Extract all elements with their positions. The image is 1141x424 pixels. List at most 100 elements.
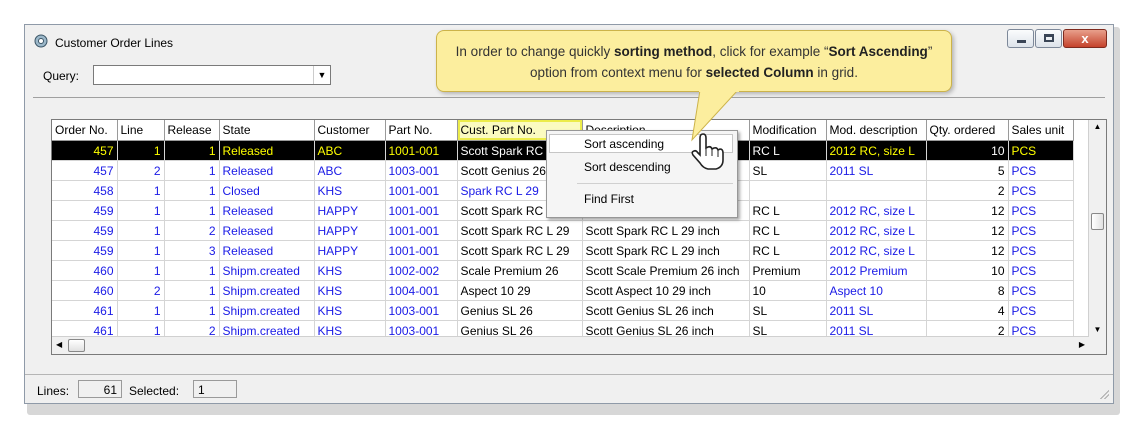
- cell-order-no[interactable]: 460: [52, 280, 118, 301]
- cell-order-no[interactable]: 459: [52, 200, 118, 221]
- vertical-scrollbar[interactable]: ▲ ▼: [1088, 120, 1106, 354]
- cell-cust-part-no[interactable]: Aspect 10 29: [457, 280, 583, 301]
- query-dropdown[interactable]: ▼: [93, 65, 331, 85]
- scroll-up-icon[interactable]: ▲: [1089, 122, 1106, 131]
- cell-modification[interactable]: SL: [749, 300, 827, 321]
- column-header-modification[interactable]: Modification: [749, 120, 827, 141]
- cell-line[interactable]: 1: [117, 200, 165, 221]
- cell-release[interactable]: 1: [164, 140, 220, 161]
- cell-release[interactable]: 3: [164, 240, 220, 261]
- cell-line[interactable]: 2: [117, 160, 165, 181]
- cell-sales-unit[interactable]: PCS: [1008, 200, 1074, 221]
- cell-customer[interactable]: ABC: [314, 160, 386, 181]
- cell-modification[interactable]: SL: [749, 160, 827, 181]
- menu-item-sort-descending[interactable]: Sort descending: [584, 160, 671, 174]
- column-header-state[interactable]: State: [219, 120, 315, 141]
- cell-sales-unit[interactable]: PCS: [1008, 140, 1074, 161]
- cell-state[interactable]: Shipm.created: [219, 300, 315, 321]
- table-row[interactable]: 460 1 1 Shipm.created KHS 1002-002 Scale Premi…: [52, 260, 1074, 281]
- cell-description[interactable]: Scott Scale Premium 26 inch: [582, 260, 750, 281]
- cell-customer[interactable]: KHS: [314, 280, 386, 301]
- cell-state[interactable]: Released: [219, 140, 315, 161]
- table-row[interactable]: 460 2 1 Shipm.created KHS 1004-001 Aspect 10 2…: [52, 280, 1074, 301]
- cell-customer[interactable]: HAPPY: [314, 240, 386, 261]
- table-row[interactable]: 459 1 2 Released HAPPY 1001-001 Scott Spark RC…: [52, 220, 1074, 241]
- cell-line[interactable]: 1: [117, 260, 165, 281]
- cell-order-no[interactable]: 459: [52, 220, 118, 241]
- cell-cust-part-no[interactable]: Scale Premium 26: [457, 260, 583, 281]
- cell-customer[interactable]: KHS: [314, 180, 386, 201]
- cell-modification[interactable]: 10: [749, 280, 827, 301]
- cell-mod-description[interactable]: 2012 RC, size L: [826, 240, 927, 261]
- cell-part-no[interactable]: 1001-001: [385, 220, 458, 241]
- cell-qty-ordered[interactable]: 10: [926, 260, 1009, 281]
- cell-sales-unit[interactable]: PCS: [1008, 240, 1074, 261]
- cell-part-no[interactable]: 1003-001: [385, 300, 458, 321]
- cell-cust-part-no[interactable]: Scott Spark RC L 29: [457, 220, 583, 241]
- cell-line[interactable]: 1: [117, 180, 165, 201]
- horizontal-scroll-thumb[interactable]: [68, 339, 85, 352]
- cell-part-no[interactable]: 1001-001: [385, 140, 458, 161]
- cell-customer[interactable]: HAPPY: [314, 220, 386, 241]
- cell-state[interactable]: Released: [219, 200, 315, 221]
- cell-qty-ordered[interactable]: 5: [926, 160, 1009, 181]
- cell-customer[interactable]: KHS: [314, 300, 386, 321]
- cell-release[interactable]: 1: [164, 160, 220, 181]
- cell-mod-description[interactable]: 2011 SL: [826, 300, 927, 321]
- cell-order-no[interactable]: 459: [52, 240, 118, 261]
- cell-mod-description[interactable]: 2011 SL: [826, 160, 927, 181]
- cell-line[interactable]: 1: [117, 140, 165, 161]
- cell-state[interactable]: Released: [219, 220, 315, 241]
- cell-part-no[interactable]: 1001-001: [385, 180, 458, 201]
- cell-description[interactable]: Scott Aspect 10 29 inch: [582, 280, 750, 301]
- cell-cust-part-no[interactable]: Scott Spark RC L 29: [457, 240, 583, 261]
- menu-item-find-first[interactable]: Find First: [584, 192, 634, 206]
- cell-sales-unit[interactable]: PCS: [1008, 280, 1074, 301]
- table-row[interactable]: 459 1 3 Released HAPPY 1001-001 Scott Spark RC…: [52, 240, 1074, 261]
- cell-description[interactable]: Scott Spark RC L 29 inch: [582, 220, 750, 241]
- cell-mod-description[interactable]: 2012 RC, size L: [826, 220, 927, 241]
- cell-customer[interactable]: HAPPY: [314, 200, 386, 221]
- dropdown-arrow-icon[interactable]: ▼: [313, 66, 330, 84]
- cell-line[interactable]: 1: [117, 240, 165, 261]
- cell-sales-unit[interactable]: PCS: [1008, 220, 1074, 241]
- cell-order-no[interactable]: 457: [52, 160, 118, 181]
- cell-part-no[interactable]: 1004-001: [385, 280, 458, 301]
- cell-state[interactable]: Shipm.created: [219, 260, 315, 281]
- scroll-right-icon[interactable]: ▶: [1079, 340, 1085, 349]
- cell-release[interactable]: 1: [164, 200, 220, 221]
- minimize-button[interactable]: [1007, 29, 1034, 48]
- close-button[interactable]: x: [1063, 29, 1107, 48]
- cell-order-no[interactable]: 461: [52, 300, 118, 321]
- cell-sales-unit[interactable]: PCS: [1008, 160, 1074, 181]
- cell-customer[interactable]: KHS: [314, 260, 386, 281]
- cell-part-no[interactable]: 1003-001: [385, 160, 458, 181]
- table-row[interactable]: 461 1 1 Shipm.created KHS 1003-001 Genius SL 2…: [52, 300, 1074, 321]
- column-header-part-no[interactable]: Part No.: [385, 120, 458, 141]
- cell-mod-description[interactable]: 2012 RC, size L: [826, 140, 927, 161]
- cell-qty-ordered[interactable]: 12: [926, 220, 1009, 241]
- vertical-scroll-thumb[interactable]: [1091, 213, 1104, 230]
- column-header-customer[interactable]: Customer: [314, 120, 386, 141]
- cell-sales-unit[interactable]: PCS: [1008, 260, 1074, 281]
- cell-sales-unit[interactable]: PCS: [1008, 300, 1074, 321]
- cell-part-no[interactable]: 1001-001: [385, 240, 458, 261]
- scroll-down-icon[interactable]: ▼: [1089, 325, 1106, 334]
- cell-release[interactable]: 1: [164, 260, 220, 281]
- cell-sales-unit[interactable]: PCS: [1008, 180, 1074, 201]
- menu-item-sort-ascending[interactable]: Sort ascending: [584, 137, 664, 151]
- column-header-release[interactable]: Release: [164, 120, 220, 141]
- scroll-left-icon[interactable]: ◀: [56, 340, 62, 349]
- cell-mod-description[interactable]: 2012 RC, size L: [826, 200, 927, 221]
- maximize-button[interactable]: [1035, 29, 1062, 48]
- cell-mod-description[interactable]: [826, 180, 927, 201]
- cell-state[interactable]: Released: [219, 240, 315, 261]
- cell-line[interactable]: 1: [117, 220, 165, 241]
- cell-modification[interactable]: Premium: [749, 260, 827, 281]
- cell-cust-part-no[interactable]: Genius SL 26: [457, 300, 583, 321]
- cell-release[interactable]: 1: [164, 180, 220, 201]
- cell-description[interactable]: Scott Spark RC L 29 inch: [582, 240, 750, 261]
- cell-state[interactable]: Closed: [219, 180, 315, 201]
- column-header-qty-ordered[interactable]: Qty. ordered: [926, 120, 1009, 141]
- cell-qty-ordered[interactable]: 12: [926, 200, 1009, 221]
